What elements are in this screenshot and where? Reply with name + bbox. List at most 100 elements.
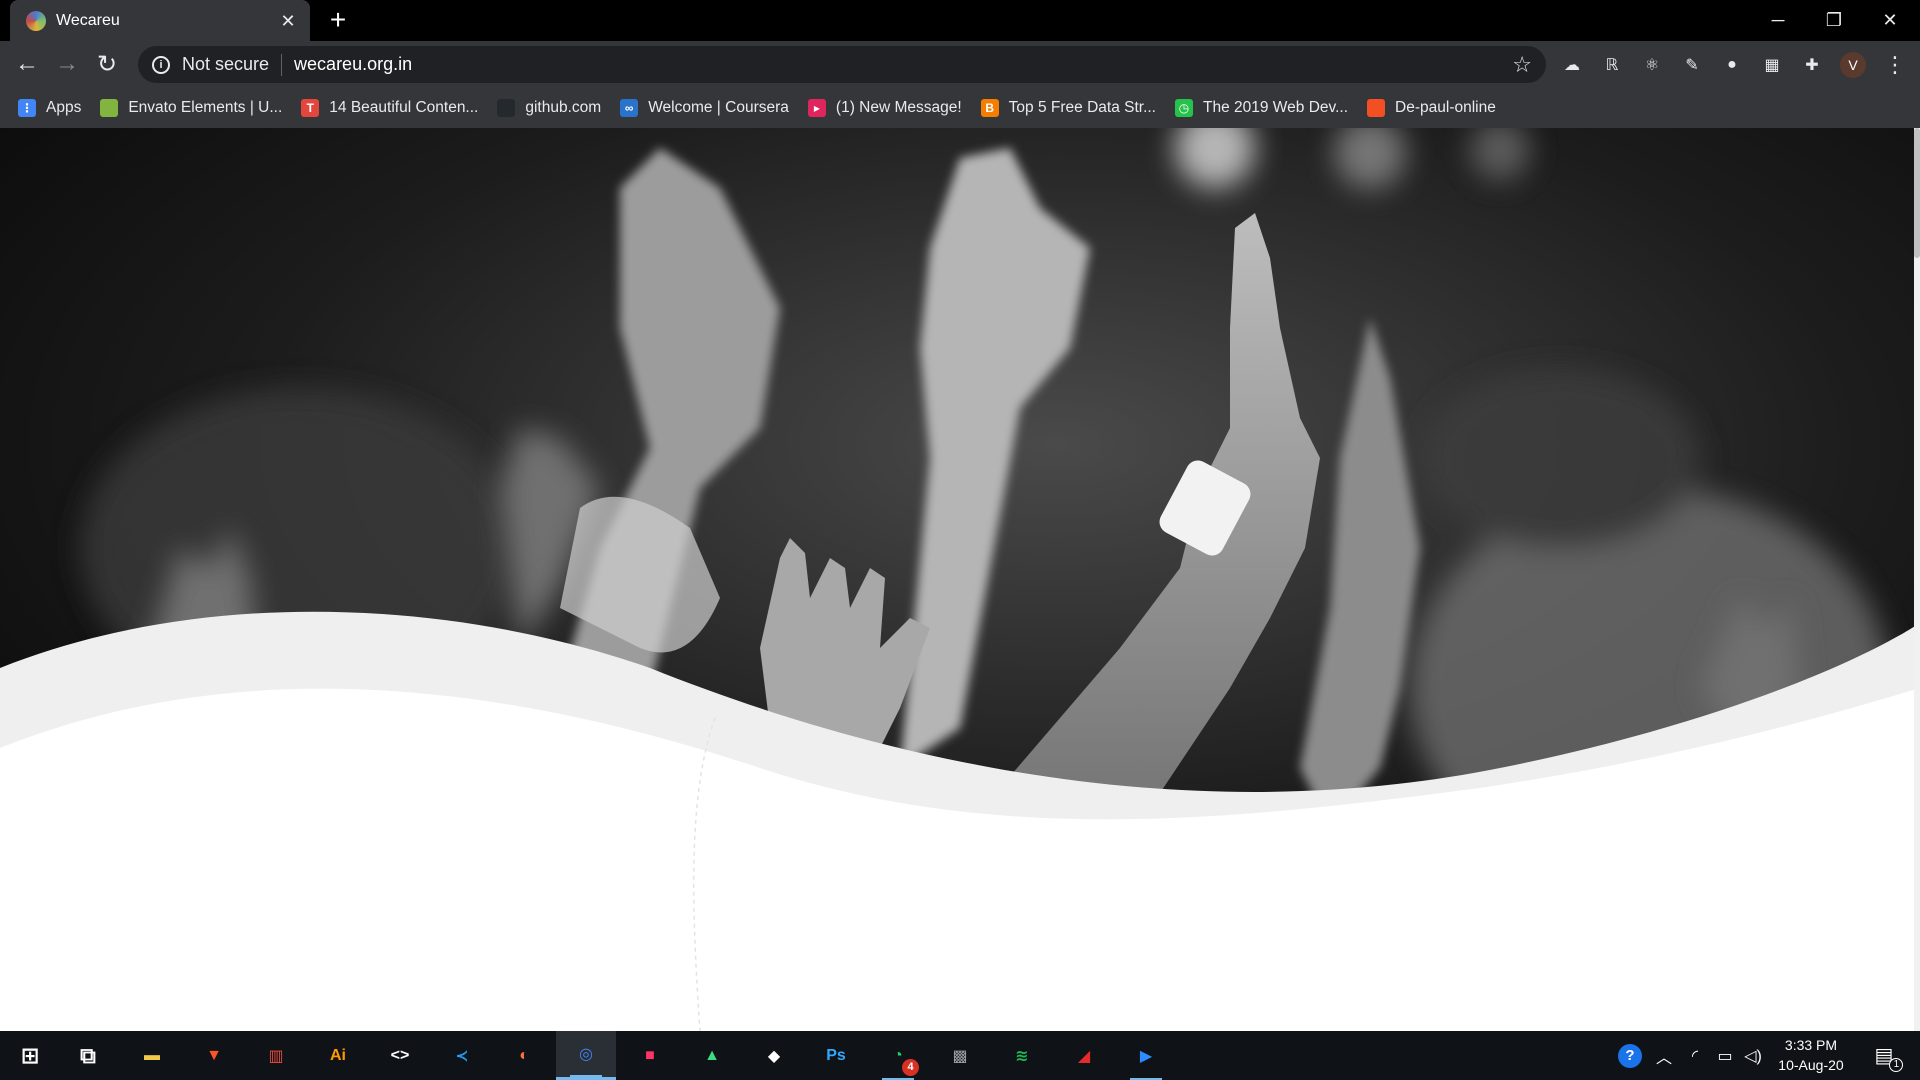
spotify-icon: ≋ xyxy=(1007,1041,1037,1071)
address-bar[interactable]: i Not secure wecareu.org.in ☆ xyxy=(138,46,1546,83)
minimize-icon[interactable]: ─ xyxy=(1750,0,1806,41)
close-tab-icon[interactable]: ✕ xyxy=(278,11,298,31)
firefox-icon: ◐ xyxy=(509,1041,539,1071)
clock-date: 10-Aug-20 xyxy=(1778,1057,1844,1073)
clock-time: 3:33 PM xyxy=(1784,1037,1838,1053)
unity-icon: ◆ xyxy=(759,1041,789,1071)
taskbar-button[interactable]: ▬ xyxy=(122,1031,182,1080)
bookmark-item[interactable]: T 14 Beautiful Conten... xyxy=(301,99,478,117)
page-viewport xyxy=(0,128,1920,1031)
bookmark-item[interactable]: B Top 5 Free Data Str... xyxy=(980,99,1156,117)
taskbar-button[interactable]: ◔ 4 xyxy=(868,1031,928,1080)
notification-center-icon[interactable]: ▤ 1 xyxy=(1862,1031,1906,1080)
coursera-icon: ∞ xyxy=(620,99,639,117)
url-text[interactable]: wecareu.org.in xyxy=(294,54,1512,75)
cloud-icon[interactable]: ☁ xyxy=(1560,53,1584,77)
browser-menu-icon[interactable]: ⋮ xyxy=(1884,51,1906,79)
taskbar-button[interactable]: ◢ xyxy=(1054,1031,1114,1080)
taskbar-button[interactable]: ⧉ xyxy=(58,1031,118,1080)
android-studio-icon: ▲ xyxy=(697,1041,727,1071)
bookmark-label: Envato Elements | U... xyxy=(128,99,283,116)
taskbar-button[interactable]: Ai xyxy=(308,1031,368,1080)
bookmark-label: Welcome | Coursera xyxy=(648,99,789,116)
battery-icon[interactable]: ▭ xyxy=(1710,1031,1740,1080)
game-icon: ▩ xyxy=(945,1041,975,1071)
unread-badge: 4 xyxy=(902,1058,919,1076)
bookmark-item[interactable]: ▸ (1) New Message! xyxy=(807,99,962,117)
task-view-icon: ⧉ xyxy=(73,1041,103,1071)
new-tab-button[interactable]: + xyxy=(324,6,352,35)
taskbar-button[interactable]: ▥ xyxy=(246,1031,306,1080)
taskbar-button[interactable]: Ps xyxy=(806,1031,866,1080)
taskbar-button[interactable]: <> xyxy=(370,1031,430,1080)
t-logo-icon: T xyxy=(301,99,320,117)
volume-icon[interactable]: ◁) xyxy=(1738,1031,1768,1080)
bookmark-star-icon[interactable]: ☆ xyxy=(1512,52,1532,78)
scrollbar-thumb[interactable] xyxy=(1914,128,1920,258)
bookmark-item[interactable]: ⋮ Apps xyxy=(18,99,81,117)
info-icon[interactable]: i xyxy=(152,55,170,74)
taskbar-button[interactable]: ▲ xyxy=(682,1031,742,1080)
taskbar-button[interactable]: ▼ xyxy=(184,1031,244,1080)
taskbar-button[interactable]: ◐ xyxy=(494,1031,554,1080)
chart-icon[interactable]: ▦ xyxy=(1760,53,1784,77)
bookmark-label: The 2019 Web Dev... xyxy=(1203,99,1349,116)
bookmark-item[interactable]: ◷ The 2019 Web Dev... xyxy=(1175,99,1348,117)
file-explorer-icon: ▬ xyxy=(137,1041,167,1071)
popcorn-icon: ▥ xyxy=(261,1041,291,1071)
security-label[interactable]: Not secure xyxy=(182,54,269,75)
microsoft-icon xyxy=(1367,99,1386,117)
forward-icon[interactable]: → xyxy=(50,47,84,81)
taskbar-icon-glyph: ⧉ xyxy=(80,1042,96,1068)
taskbar-icon-glyph: ≺ xyxy=(455,1047,469,1065)
tray-chevron-icon[interactable]: ︿ xyxy=(1650,1031,1678,1080)
taskbar-button[interactable]: ⊞ xyxy=(0,1031,60,1080)
taskbar-button[interactable]: ≺ xyxy=(432,1031,492,1080)
back-icon[interactable]: ← xyxy=(10,47,44,81)
notes-icon: ■ xyxy=(635,1041,665,1071)
window-close-icon[interactable]: ✕ xyxy=(1862,0,1918,41)
brave-icon: ▼ xyxy=(199,1041,229,1071)
taskbar-button[interactable]: ≋ xyxy=(992,1031,1052,1080)
taskbar-button[interactable]: ◎ xyxy=(556,1031,616,1080)
profile-avatar[interactable]: V xyxy=(1840,52,1866,78)
bookmark-item[interactable]: ∞ Welcome | Coursera xyxy=(620,99,789,117)
taskbar-icon-glyph: ≋ xyxy=(1015,1047,1029,1065)
taskbar-icon-glyph: ▼ xyxy=(206,1046,222,1064)
bookmark-label: Top 5 Free Data Str... xyxy=(1008,99,1156,116)
puzzle-icon[interactable]: ✚ xyxy=(1800,53,1824,77)
bookmark-item[interactable]: Envato Elements | U... xyxy=(100,99,282,117)
taskbar-button[interactable]: ◆ xyxy=(744,1031,804,1080)
envato-leaf-icon xyxy=(100,99,119,117)
taskbar-button[interactable]: ▶ xyxy=(1116,1031,1176,1080)
tab-strip: Wecareu ✕ + ─ ❐ ✕ xyxy=(0,0,1920,41)
windows-taskbar: ⊞ ⧉ ▬ ▼ ▥ Ai <> ≺ ◐ ◎ ■ ▲ ◆ Ps ◔ 4 ▩ ≋ ◢ ▶ ? ︿ ◜ ▭ ◁) 3:33 … xyxy=(0,1031,1920,1080)
reload-icon[interactable]: ↻ xyxy=(90,47,124,81)
bookmark-item[interactable]: github.com xyxy=(497,99,601,117)
taskbar-icon-glyph: ◎ xyxy=(579,1046,593,1063)
page-scrollbar[interactable] xyxy=(1914,128,1920,1031)
system-clock[interactable]: 3:33 PM 10-Aug-20 xyxy=(1772,1035,1850,1075)
taskbar-icon-glyph: ◐ xyxy=(519,1046,529,1064)
notification-count: 1 xyxy=(1889,1058,1904,1072)
grammar-icon[interactable]: ℝ xyxy=(1600,53,1624,77)
taskbar-icon-glyph: ◢ xyxy=(1077,1047,1091,1065)
help-icon[interactable]: ? xyxy=(1612,1031,1648,1080)
bookmark-label: 14 Beautiful Conten... xyxy=(329,99,479,116)
pen-icon[interactable]: ✎ xyxy=(1680,53,1704,77)
wifi-icon[interactable]: ◜ xyxy=(1680,1031,1710,1080)
chrome-icon: ◎ xyxy=(571,1039,601,1069)
site-favicon-icon xyxy=(26,10,46,31)
taskbar-icon-glyph: Ai xyxy=(330,1046,346,1064)
taskbar-button[interactable]: ▩ xyxy=(930,1031,990,1080)
sketchup-icon: ◢ xyxy=(1069,1041,1099,1071)
taskbar-icon-glyph: Ps xyxy=(826,1046,846,1064)
restore-icon[interactable]: ❐ xyxy=(1806,0,1862,41)
taskbar-button[interactable]: ■ xyxy=(620,1031,680,1080)
react-devtools-icon[interactable]: ⚛ xyxy=(1640,53,1664,77)
illustrator-icon: Ai xyxy=(323,1041,353,1071)
color-picker-icon[interactable]: ● xyxy=(1720,53,1744,77)
bookmarks-bar: ⋮ Apps Envato Elements | U... T 14 Beautiful… xyxy=(0,88,1920,128)
bookmark-item[interactable]: De-paul-online xyxy=(1367,99,1496,117)
browser-tab[interactable]: Wecareu ✕ xyxy=(10,0,310,41)
